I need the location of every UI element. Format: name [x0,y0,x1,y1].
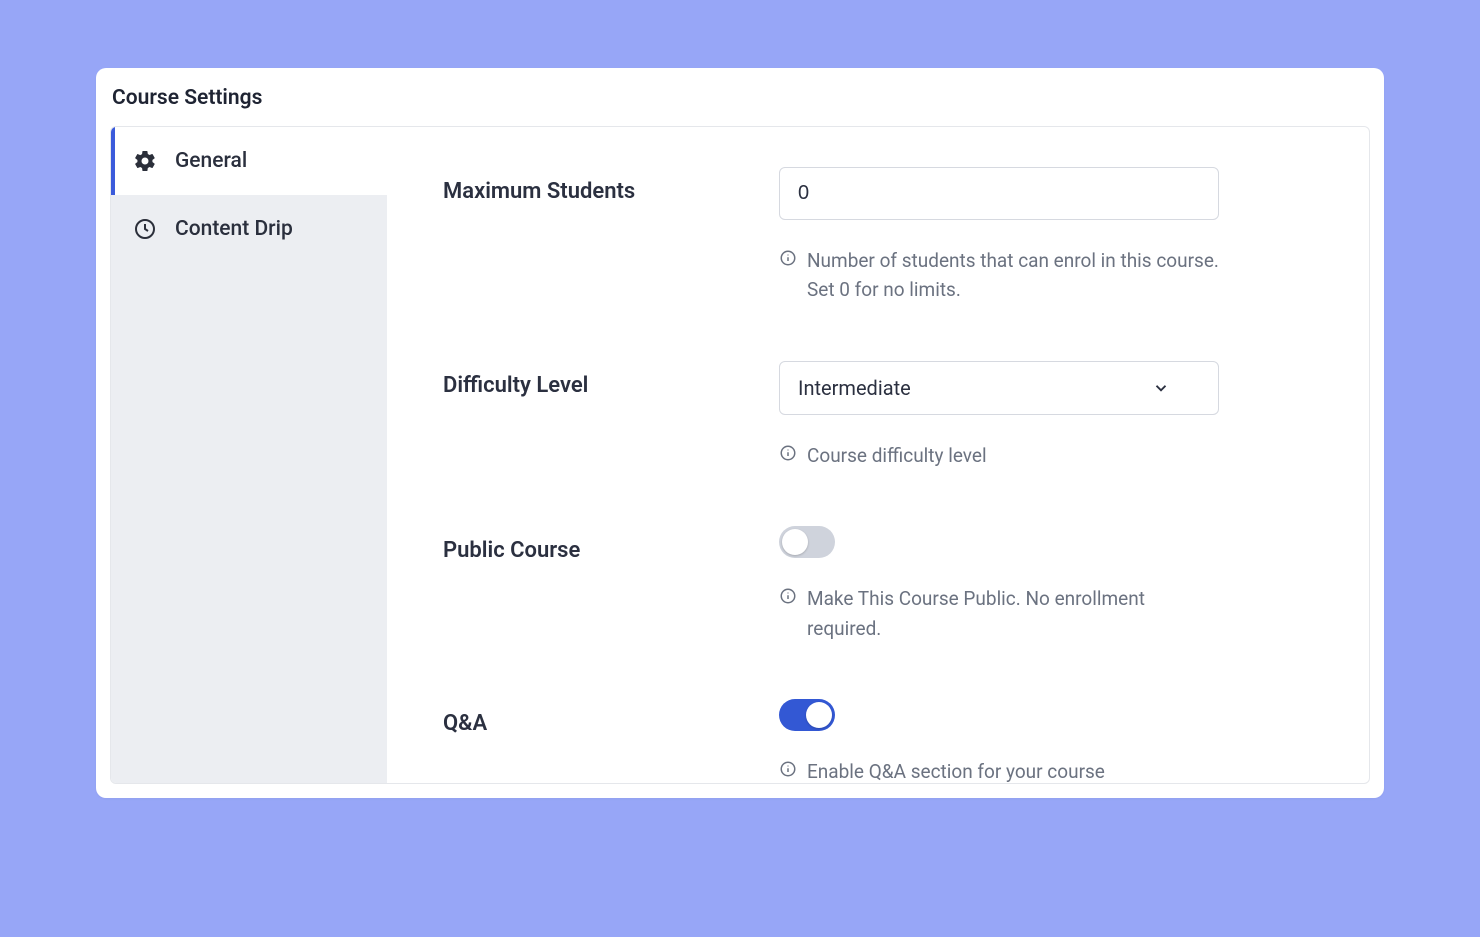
public-course-toggle[interactable] [779,526,835,558]
public-course-label: Public Course [443,526,779,563]
field-difficulty: Difficulty Level Intermediate Course dif… [443,361,1313,470]
tab-general-label: General [175,149,247,173]
field-public-course: Public Course Make This Course Public. N… [443,526,1313,643]
qa-hint-text: Enable Q&A section for your course [807,757,1105,784]
course-settings-panel: Course Settings General Content Drip Max… [96,68,1384,798]
panel-title: Course Settings [96,68,1384,126]
max-students-hint-text: Number of students that can enrol in thi… [807,246,1219,305]
max-students-label: Maximum Students [443,167,779,204]
info-icon [779,444,797,462]
settings-content: Maximum Students Number of students that… [387,127,1369,783]
public-course-hint: Make This Course Public. No enrollment r… [779,584,1219,643]
max-students-input[interactable] [779,167,1219,220]
info-icon [779,249,797,267]
settings-tabs: General Content Drip [111,127,387,783]
difficulty-label: Difficulty Level [443,361,779,398]
qa-hint: Enable Q&A section for your course [779,757,1219,784]
chevron-down-icon [1152,379,1170,397]
gear-icon [133,149,157,173]
toggle-knob [806,702,832,728]
public-course-hint-text: Make This Course Public. No enrollment r… [807,584,1219,643]
field-qa: Q&A Enable Q&A section for your course [443,699,1313,784]
difficulty-value: Intermediate [798,376,911,400]
panel-body: General Content Drip Maximum Students [110,126,1370,784]
qa-toggle[interactable] [779,699,835,731]
clock-icon [133,217,157,241]
toggle-knob [782,529,808,555]
max-students-hint: Number of students that can enrol in thi… [779,246,1219,305]
tab-general[interactable]: General [111,127,387,195]
tab-content-drip[interactable]: Content Drip [111,195,387,263]
difficulty-hint-text: Course difficulty level [807,441,987,470]
difficulty-select[interactable]: Intermediate [779,361,1219,415]
qa-label: Q&A [443,699,779,736]
info-icon [779,760,797,778]
info-icon [779,587,797,605]
field-max-students: Maximum Students Number of students that… [443,167,1313,305]
difficulty-hint: Course difficulty level [779,441,1219,470]
tab-content-drip-label: Content Drip [175,217,293,241]
